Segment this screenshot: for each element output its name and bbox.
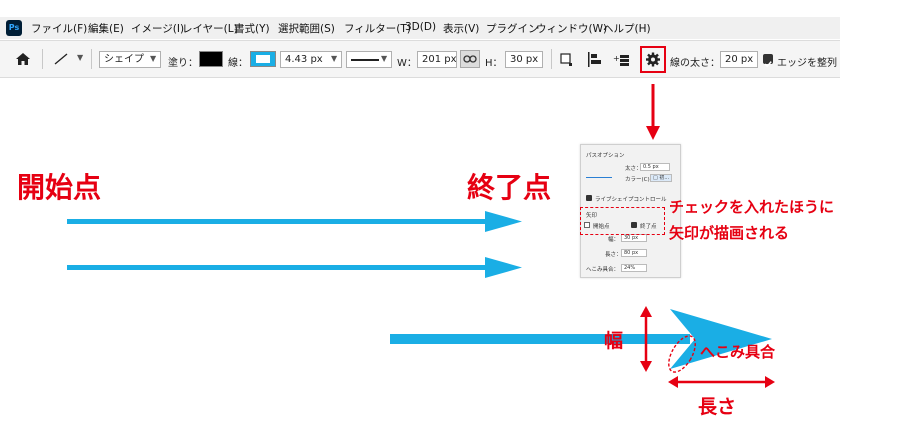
width-field[interactable]: 201 px xyxy=(417,51,457,68)
fill-label: 塗り： xyxy=(168,58,198,69)
menu-plugins[interactable]: プラグイン xyxy=(486,21,539,36)
arrowhead-1 xyxy=(485,211,522,232)
path-arrangement-icon[interactable]: + xyxy=(613,51,633,69)
line-tool-icon[interactable] xyxy=(52,52,70,66)
menu-edit[interactable]: 編集(E) xyxy=(88,21,124,36)
path-alignment-icon[interactable] xyxy=(587,51,603,69)
gear-icon xyxy=(646,52,660,67)
menu-type[interactable]: 書式(Y) xyxy=(234,21,270,36)
h-label: H： xyxy=(485,58,503,69)
link-dimensions-button[interactable] xyxy=(460,50,480,68)
checkmark-icon xyxy=(764,61,772,68)
stroke-color-swatch[interactable] xyxy=(250,51,276,67)
arrow-length-value: 80 px xyxy=(624,250,639,256)
w-label: W： xyxy=(397,58,417,69)
menu-window[interactable]: ウィンドウ(W) xyxy=(536,21,607,36)
concavity-annotation: へこみ具合 xyxy=(700,343,776,361)
menu-filter[interactable]: フィルター(T) xyxy=(344,21,411,36)
panel-color-select[interactable]: □ 初... xyxy=(650,174,672,182)
pointer-arrow-icon xyxy=(646,84,660,140)
menu-image[interactable]: イメージ(I) xyxy=(131,21,184,36)
arrow-options-highlight xyxy=(580,207,665,235)
stroke-width-chevron-icon[interactable]: ▼ xyxy=(331,54,337,63)
menu-layer[interactable]: レイヤー(L) xyxy=(182,21,238,36)
options-bar: ▼ シェイプ ▼ 塗り： 線： 4.43 px ▼ ▼ W： 201 px H：… xyxy=(0,40,840,78)
concavity-field[interactable]: 24% xyxy=(621,264,647,272)
live-shape-checkbox[interactable] xyxy=(586,195,592,201)
start-point-label: 開始点 xyxy=(17,171,102,204)
mode-value: シェイプ xyxy=(104,54,144,65)
end-point-label: 終了点 xyxy=(467,171,552,204)
arrow-shaft-2 xyxy=(67,265,492,270)
svg-text:+: + xyxy=(613,54,620,63)
menu-bar: Ps ファイル(F) 編集(E) イメージ(I) レイヤー(L) 書式(Y) 選… xyxy=(0,17,840,39)
photoshop-logo-icon: Ps xyxy=(6,20,22,36)
align-edges-label: エッジを整列 xyxy=(777,58,837,69)
menu-view[interactable]: 表示(V) xyxy=(443,21,479,36)
menu-help[interactable]: ヘルプ(H) xyxy=(603,21,651,36)
arrowhead-2 xyxy=(485,257,522,278)
panel-weight-value: 0.5 px xyxy=(643,164,659,170)
note-line-1: チェックを入れたほうに xyxy=(669,198,835,216)
height-value: 30 px xyxy=(510,54,539,65)
height-field[interactable]: 30 px xyxy=(505,51,543,68)
menu-3d[interactable]: 3D(D) xyxy=(405,21,436,33)
width-annotation: 幅 xyxy=(604,330,624,352)
line-weight-label: 線の太さ： xyxy=(670,58,720,69)
length-annotation: 長さ xyxy=(698,396,737,418)
link-icon xyxy=(463,55,477,63)
live-shape-label: ライブシェイプコントロール xyxy=(595,197,667,203)
arrow-width-value: 30 px xyxy=(624,235,639,241)
length-label: 長さ： xyxy=(605,252,622,258)
line-weight-value: 20 px xyxy=(725,54,754,65)
menu-select[interactable]: 選択範囲(S) xyxy=(278,21,335,36)
width-label: 幅： xyxy=(608,237,620,243)
width-value: 201 px xyxy=(422,54,457,65)
panel-weight-field[interactable]: 0.5 px xyxy=(640,163,670,171)
note-line-2: 矢印が描画される xyxy=(669,224,790,242)
path-operations-icon[interactable] xyxy=(559,52,575,68)
stroke-label: 線： xyxy=(228,58,248,69)
concavity-label: へこみ具合： xyxy=(586,267,620,273)
mode-chevron-icon: ▼ xyxy=(150,54,157,63)
arrow-shaft-1 xyxy=(67,219,492,224)
arrow-length-field[interactable]: 80 px xyxy=(621,249,647,257)
home-icon[interactable] xyxy=(15,52,31,66)
fill-color-swatch[interactable] xyxy=(199,51,223,67)
panel-color-value: □ 初... xyxy=(653,175,670,181)
arrow-examples xyxy=(67,211,522,278)
stroke-type-chevron-icon[interactable]: ▼ xyxy=(381,54,387,63)
tool-preset-chevron-icon[interactable]: ▼ xyxy=(77,53,83,62)
menu-file[interactable]: ファイル(F) xyxy=(31,21,87,36)
arrow-width-field[interactable]: 30 px xyxy=(621,234,647,242)
path-options-gear-button[interactable] xyxy=(640,46,666,73)
stroke-width-value: 4.43 px xyxy=(285,54,323,65)
concavity-value: 24% xyxy=(624,265,636,271)
line-weight-field[interactable]: 20 px xyxy=(720,51,758,68)
align-edges-checkbox[interactable] xyxy=(763,54,773,68)
panel-title: パスオプション xyxy=(586,153,625,159)
